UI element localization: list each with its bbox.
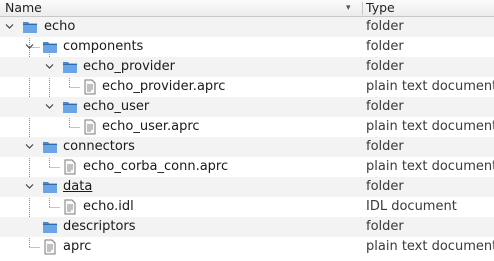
type-column-header[interactable]: Type xyxy=(366,0,395,16)
tree-row-type: plain text document xyxy=(366,239,494,254)
text-document-icon xyxy=(44,239,56,255)
tree-row-type: plain text document xyxy=(366,159,494,174)
chevron-down-icon[interactable] xyxy=(24,41,35,52)
tree-row-label: connectors xyxy=(63,139,135,154)
tree-row-aprc[interactable]: aprc plain text document xyxy=(0,237,494,257)
tree-row-echo-provider-aprc[interactable]: echo_provider.aprc plain text document xyxy=(0,77,494,97)
chevron-down-icon[interactable] xyxy=(44,101,55,112)
tree-row-type: folder xyxy=(366,39,404,54)
tree-row-type: folder xyxy=(366,179,404,194)
tree-row-echo-idl[interactable]: echo.idl IDL document xyxy=(0,197,494,217)
tree-row-label: aprc xyxy=(63,239,92,254)
tree-row-label: echo_provider.aprc xyxy=(102,79,226,94)
text-document-icon xyxy=(64,199,76,215)
tree-row-label: echo.idl xyxy=(83,199,134,214)
folder-icon xyxy=(23,22,37,33)
folder-icon xyxy=(63,102,77,113)
tree-row-echo-corba-conn-aprc[interactable]: echo_corba_conn.aprc plain text document xyxy=(0,157,494,177)
tree-row-data[interactable]: data folder xyxy=(0,177,494,197)
text-document-icon xyxy=(64,159,76,175)
folder-icon xyxy=(43,42,57,53)
tree-row-type: folder xyxy=(366,99,404,114)
tree-row-label: data xyxy=(63,179,93,194)
tree-row-connectors[interactable]: connectors folder xyxy=(0,137,494,157)
tree-row-label: echo_user.aprc xyxy=(102,119,200,134)
column-header: Name ▾ Type xyxy=(0,0,494,17)
chevron-down-icon[interactable] xyxy=(4,21,15,32)
folder-icon xyxy=(63,62,77,73)
folder-icon xyxy=(43,182,57,193)
tree-row-echo-provider[interactable]: echo_provider folder xyxy=(0,57,494,77)
tree-row-label: echo_user xyxy=(83,99,150,114)
folder-icon xyxy=(43,222,57,233)
text-document-icon xyxy=(84,79,96,95)
chevron-down-icon[interactable] xyxy=(24,141,35,152)
tree-row-type: plain text document xyxy=(366,119,494,134)
tree-row-type: IDL document xyxy=(366,199,457,214)
tree-row-echo-user-aprc[interactable]: echo_user.aprc plain text document xyxy=(0,117,494,137)
chevron-down-icon[interactable] xyxy=(24,181,35,192)
tree-row-type: plain text document xyxy=(366,79,494,94)
tree-row-label: echo_provider xyxy=(83,59,176,74)
tree-row-label: echo xyxy=(44,19,76,34)
tree-row-echo[interactable]: echo folder xyxy=(0,17,494,37)
sort-descending-icon[interactable]: ▾ xyxy=(346,0,351,16)
folder-icon xyxy=(43,142,57,153)
tree-row-type: folder xyxy=(366,219,404,234)
tree-row-type: folder xyxy=(366,139,404,154)
column-divider[interactable] xyxy=(362,2,363,15)
tree-row-type: folder xyxy=(366,19,404,34)
text-document-icon xyxy=(84,119,96,135)
tree-row-components[interactable]: components folder xyxy=(0,37,494,57)
chevron-down-icon[interactable] xyxy=(44,61,55,72)
tree-row-label: descriptors xyxy=(63,219,136,234)
tree-row-echo-user[interactable]: echo_user folder xyxy=(0,97,494,117)
name-column-header[interactable]: Name xyxy=(5,0,42,16)
tree-row-descriptors[interactable]: descriptors folder xyxy=(0,217,494,237)
tree-row-label: echo_corba_conn.aprc xyxy=(83,159,229,174)
tree-row-label: components xyxy=(63,39,144,54)
tree-row-type: folder xyxy=(366,59,404,74)
